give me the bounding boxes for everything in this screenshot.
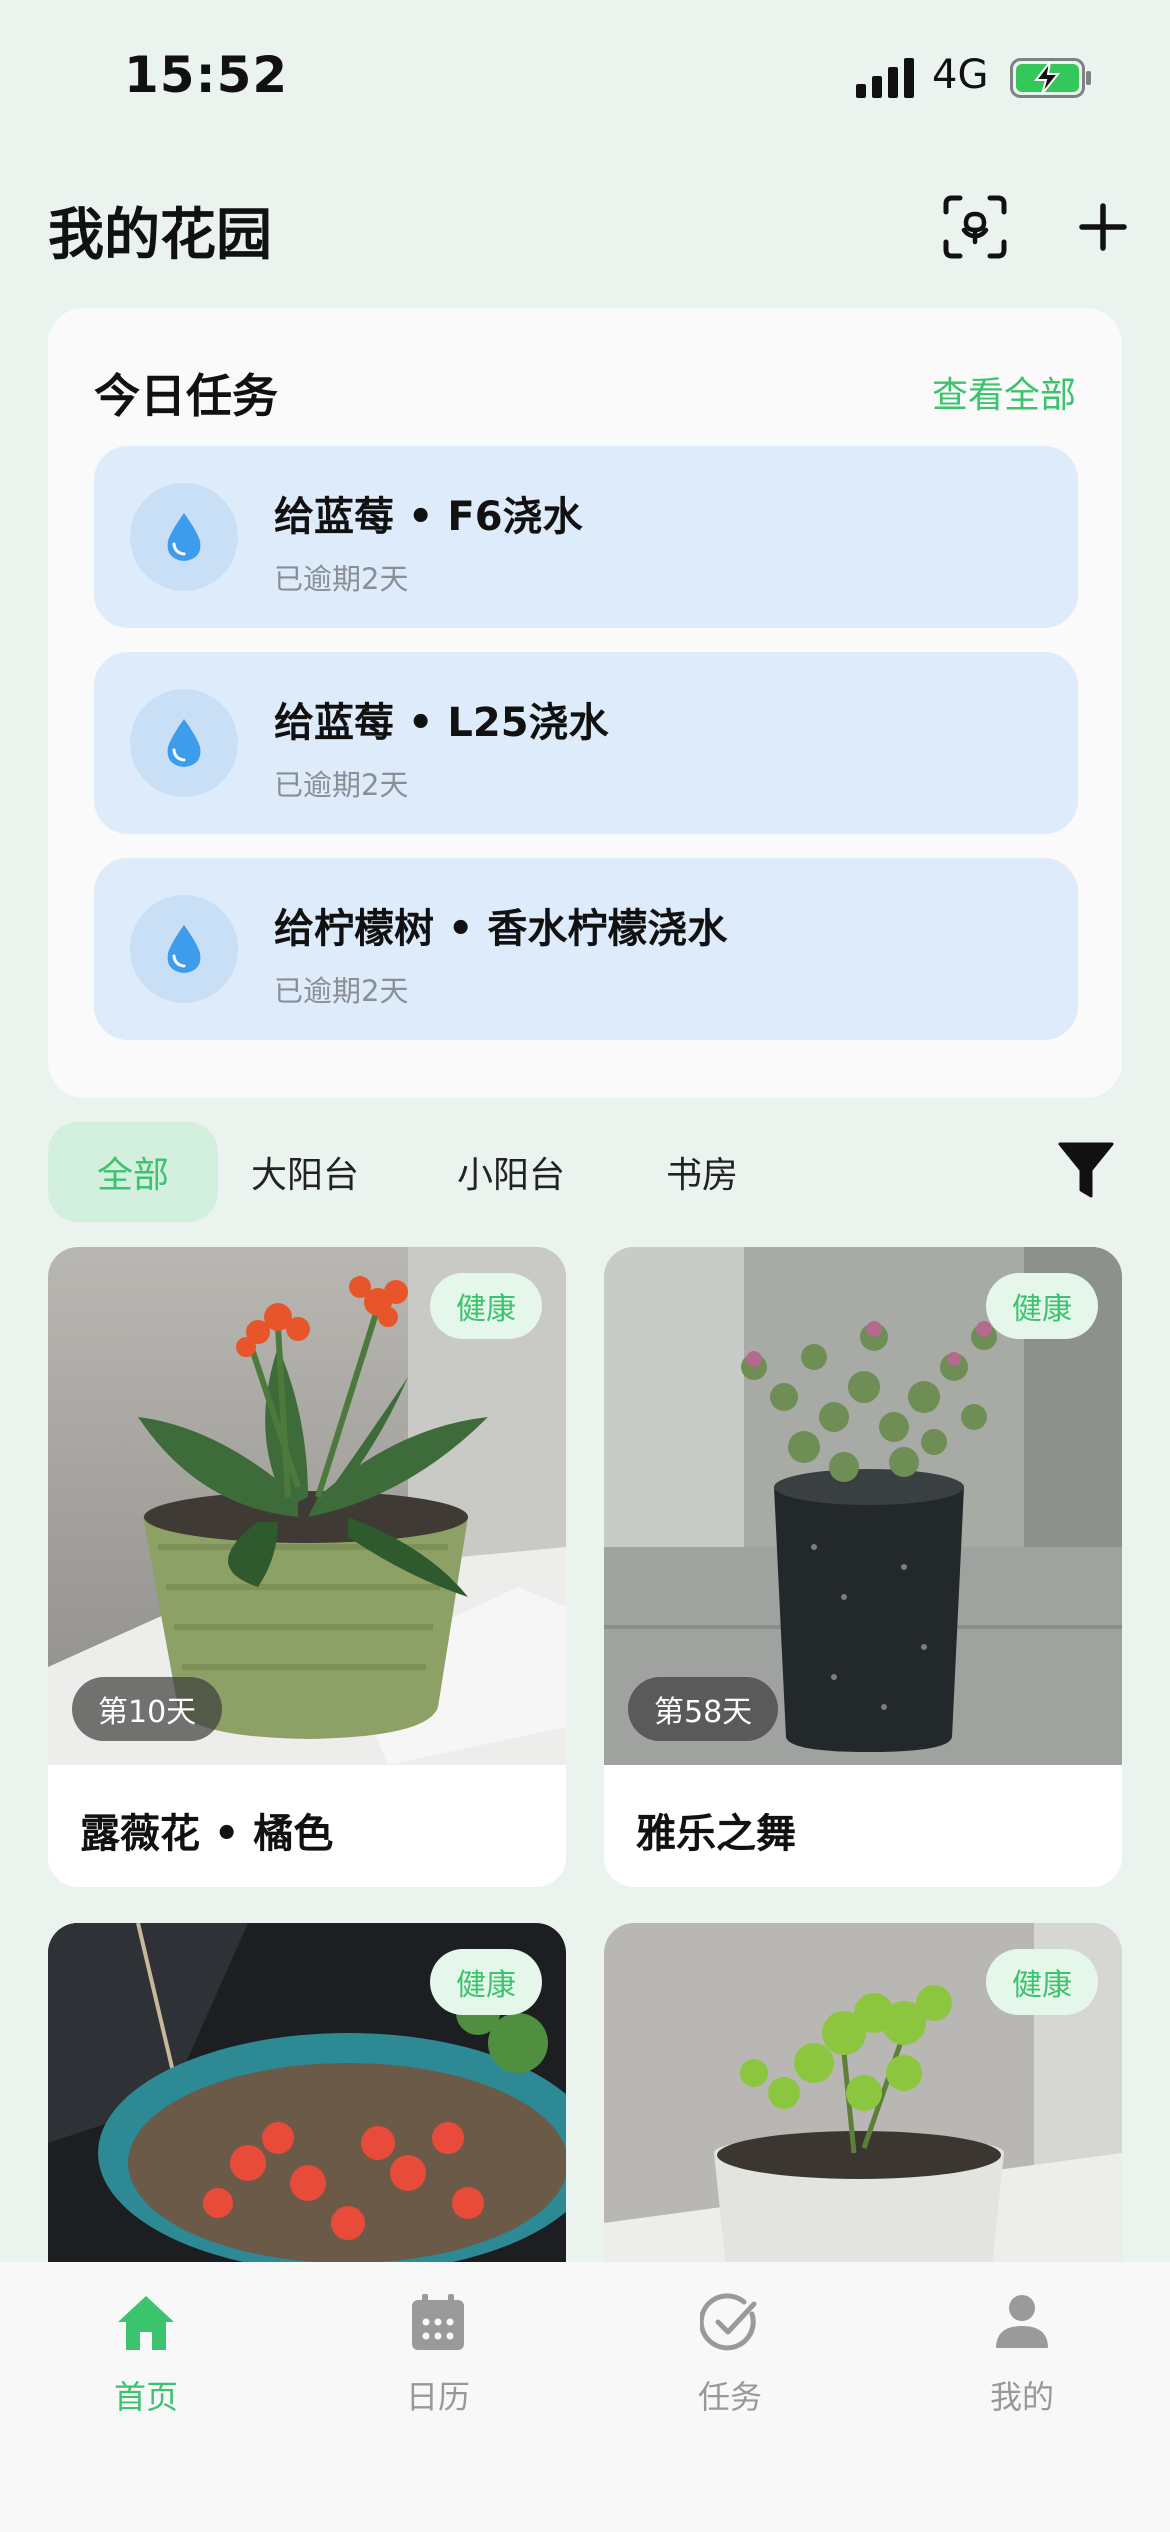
- day-count-badge: 第58天: [628, 1677, 779, 1741]
- location-tabs: 全部 大阳台 小阳台 书房: [48, 1122, 1122, 1222]
- nav-home[interactable]: 首页: [46, 2292, 246, 2432]
- status-time: 15:52: [124, 46, 289, 104]
- nav-label: 日历: [405, 2378, 470, 2416]
- health-status-badge: 健康: [430, 1273, 542, 1339]
- page-title: 我的花园: [48, 203, 272, 268]
- day-count-badge: 第10天: [72, 1677, 223, 1741]
- nav-label: 首页: [113, 2378, 178, 2416]
- task-status: 已逾期2天: [274, 974, 409, 1008]
- plant-name: 雅乐之舞: [636, 1811, 796, 1857]
- health-status-badge: 健康: [986, 1273, 1098, 1339]
- plant-name: 露薇花 • 橘色: [80, 1811, 334, 1857]
- water-drop-icon: [130, 689, 238, 797]
- signal-icon: [856, 58, 914, 98]
- person-icon: [996, 2295, 1048, 2348]
- bottom-nav: 首页 日历 任务 我的: [0, 2262, 1170, 2532]
- plant-card[interactable]: 健康 第10天 露薇花 • 橘色: [48, 1247, 566, 1887]
- health-status-badge: 健康: [430, 1949, 542, 2015]
- battery-charging-icon: [1010, 58, 1091, 98]
- task-title: 给柠檬树 • 香水柠檬浇水: [274, 906, 728, 952]
- tab-small-balcony[interactable]: 小阳台: [446, 1122, 576, 1222]
- nav-profile[interactable]: 我的: [922, 2292, 1122, 2432]
- health-status-badge: 健康: [986, 1949, 1098, 2015]
- network-type: 4G: [932, 52, 989, 98]
- nav-label: 我的: [989, 2378, 1054, 2416]
- task-item[interactable]: 给柠檬树 • 香水柠檬浇水 已逾期2天: [94, 858, 1078, 1040]
- nav-calendar[interactable]: 日历: [338, 2292, 538, 2432]
- tab-study[interactable]: 书房: [652, 1122, 752, 1222]
- home-icon: [118, 2296, 174, 2350]
- water-drop-icon: [130, 895, 238, 1003]
- tasks-title: 今日任务: [94, 369, 278, 423]
- garden-home-screen: 15:52 4G 我的花园 今日任务 查看全部 给蓝莓 • F6浇水 已逾期2天…: [0, 0, 1170, 2532]
- plant-card[interactable]: 健康 第58天 雅乐之舞: [604, 1247, 1122, 1887]
- check-circle-icon: [700, 2293, 757, 2351]
- nav-label: 任务: [697, 2378, 762, 2416]
- status-bar: 15:52 4G: [0, 0, 1170, 150]
- task-title: 给蓝莓 • L25浇水: [274, 700, 609, 746]
- task-status: 已逾期2天: [274, 562, 409, 596]
- filter-icon[interactable]: [1058, 1140, 1114, 1202]
- nav-tasks[interactable]: 任务: [630, 2292, 830, 2432]
- calendar-icon: [412, 2294, 464, 2350]
- today-tasks-card: 今日任务 查看全部 给蓝莓 • F6浇水 已逾期2天 给蓝莓 • L25浇水 已…: [48, 308, 1122, 1098]
- tab-all[interactable]: 全部: [48, 1122, 218, 1222]
- plant-scan-icon[interactable]: [940, 192, 1010, 262]
- plus-icon[interactable]: [1068, 192, 1138, 262]
- task-title: 给蓝莓 • F6浇水: [274, 494, 583, 540]
- tab-big-balcony[interactable]: 大阳台: [240, 1122, 370, 1222]
- task-item[interactable]: 给蓝莓 • F6浇水 已逾期2天: [94, 446, 1078, 628]
- water-drop-icon: [130, 483, 238, 591]
- task-item[interactable]: 给蓝莓 • L25浇水 已逾期2天: [94, 652, 1078, 834]
- view-all-link[interactable]: 查看全部: [932, 366, 1076, 418]
- task-status: 已逾期2天: [274, 768, 409, 802]
